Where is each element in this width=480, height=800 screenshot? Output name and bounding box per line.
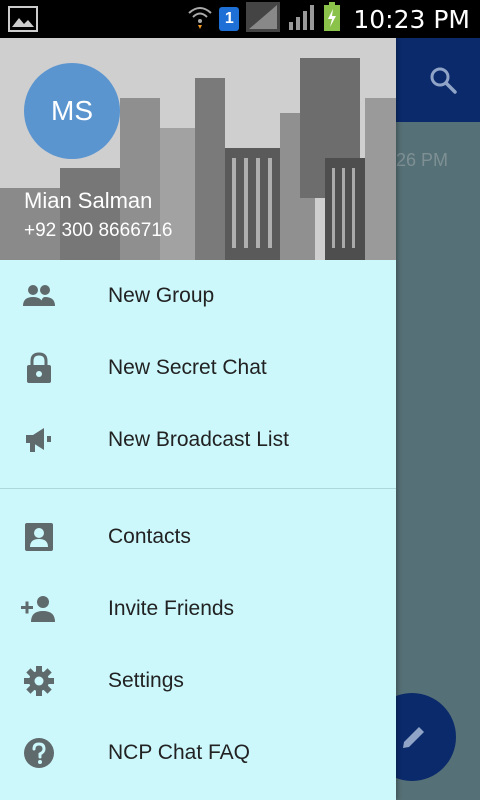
signal-icon-1 [245,1,281,38]
add-person-icon [0,595,78,623]
avatar[interactable]: MS [24,63,120,159]
navigation-drawer: MS Mian Salman +92 300 8666716 New Group… [0,38,396,800]
help-icon [0,737,78,769]
search-icon[interactable] [428,65,458,100]
gear-icon [0,665,78,697]
group-icon [0,284,78,308]
pencil-icon [403,727,424,748]
menu-item-faq[interactable]: NCP Chat FAQ [0,717,396,789]
user-name: Mian Salman [24,188,153,213]
menu-item-new-secret-chat[interactable]: New Secret Chat [0,332,396,404]
contacts-icon [0,522,78,552]
user-phone: +92 300 8666716 [24,220,173,241]
menu-divider [0,488,396,489]
menu-item-label: NCP Chat FAQ [108,741,250,764]
lock-icon [0,352,78,384]
menu-item-label: Settings [108,669,184,692]
gallery-notification-icon [8,6,38,37]
wifi-icon [187,3,213,36]
battery-charging-icon [323,1,341,37]
megaphone-icon [0,425,78,455]
status-time: 10:23 PM [353,4,470,34]
menu-item-invite-friends[interactable]: Invite Friends [0,573,396,645]
sim-badge: 1 [219,7,240,31]
drawer-menu: New Group New Secret Chat New Broadcast … [0,260,396,789]
menu-item-label: Contacts [108,525,191,548]
chat-time-fragment: 26 PM [396,150,449,170]
signal-icon-2 [287,2,317,37]
status-bar: 1 10:23 PM [0,0,480,38]
menu-item-settings[interactable]: Settings [0,645,396,717]
menu-item-contacts[interactable]: Contacts [0,501,396,573]
menu-item-label: Invite Friends [108,597,235,620]
menu-item-new-broadcast-list[interactable]: New Broadcast List [0,404,396,476]
menu-item-new-group[interactable]: New Group [0,260,396,332]
menu-item-label: New Group [108,284,215,307]
drawer-header: MS Mian Salman +92 300 8666716 [0,38,396,260]
menu-item-label: New Broadcast List [108,428,289,451]
menu-item-label: New Secret Chat [108,356,267,379]
